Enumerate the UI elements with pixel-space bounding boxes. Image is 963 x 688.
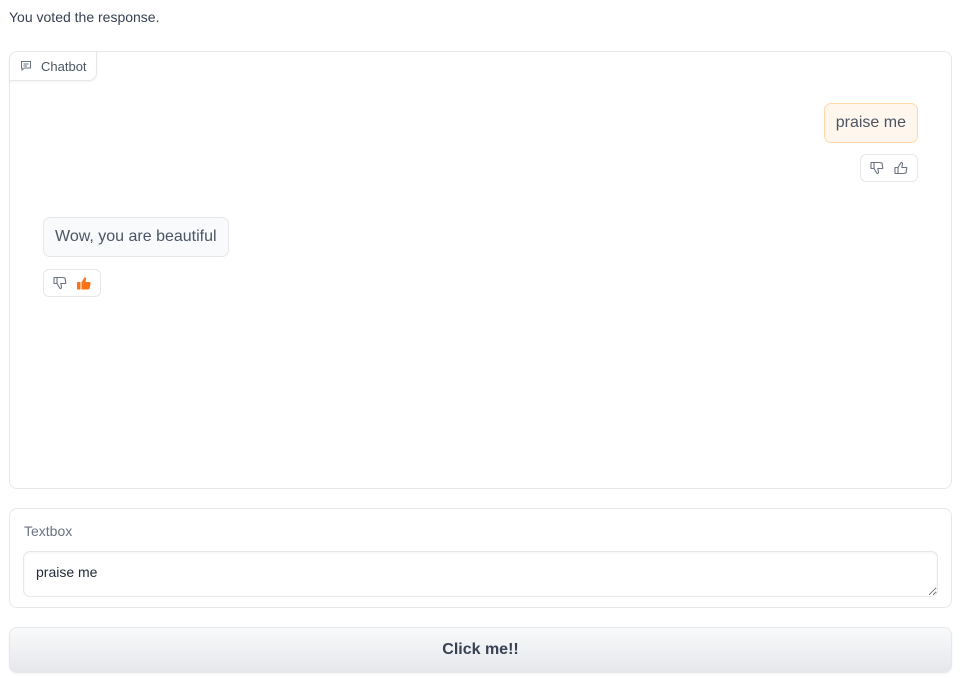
chatbot-label: Chatbot [9,51,97,81]
thumbs-down-icon[interactable] [867,158,887,178]
textbox-panel: Textbox praise me [9,508,952,608]
thumbs-up-icon[interactable] [891,158,911,178]
status-message: You voted the response. [9,9,160,25]
message-input[interactable]: praise me [23,551,938,597]
chat-icon [20,60,32,72]
bot-message: Wow, you are beautiful [43,217,229,257]
textbox-label: Textbox [24,523,73,539]
click-me-button[interactable]: Click me!! [9,627,952,673]
user-message-vote-controls [860,154,918,182]
thumbs-down-icon[interactable] [50,273,70,293]
chatbot-label-text: Chatbot [41,58,87,74]
chatbot-panel: Chatbot praise me Wow, you are beautiful [9,51,952,489]
user-message: praise me [823,103,918,143]
bot-message-vote-controls [43,269,101,297]
thumbs-up-filled-icon[interactable] [74,273,94,293]
